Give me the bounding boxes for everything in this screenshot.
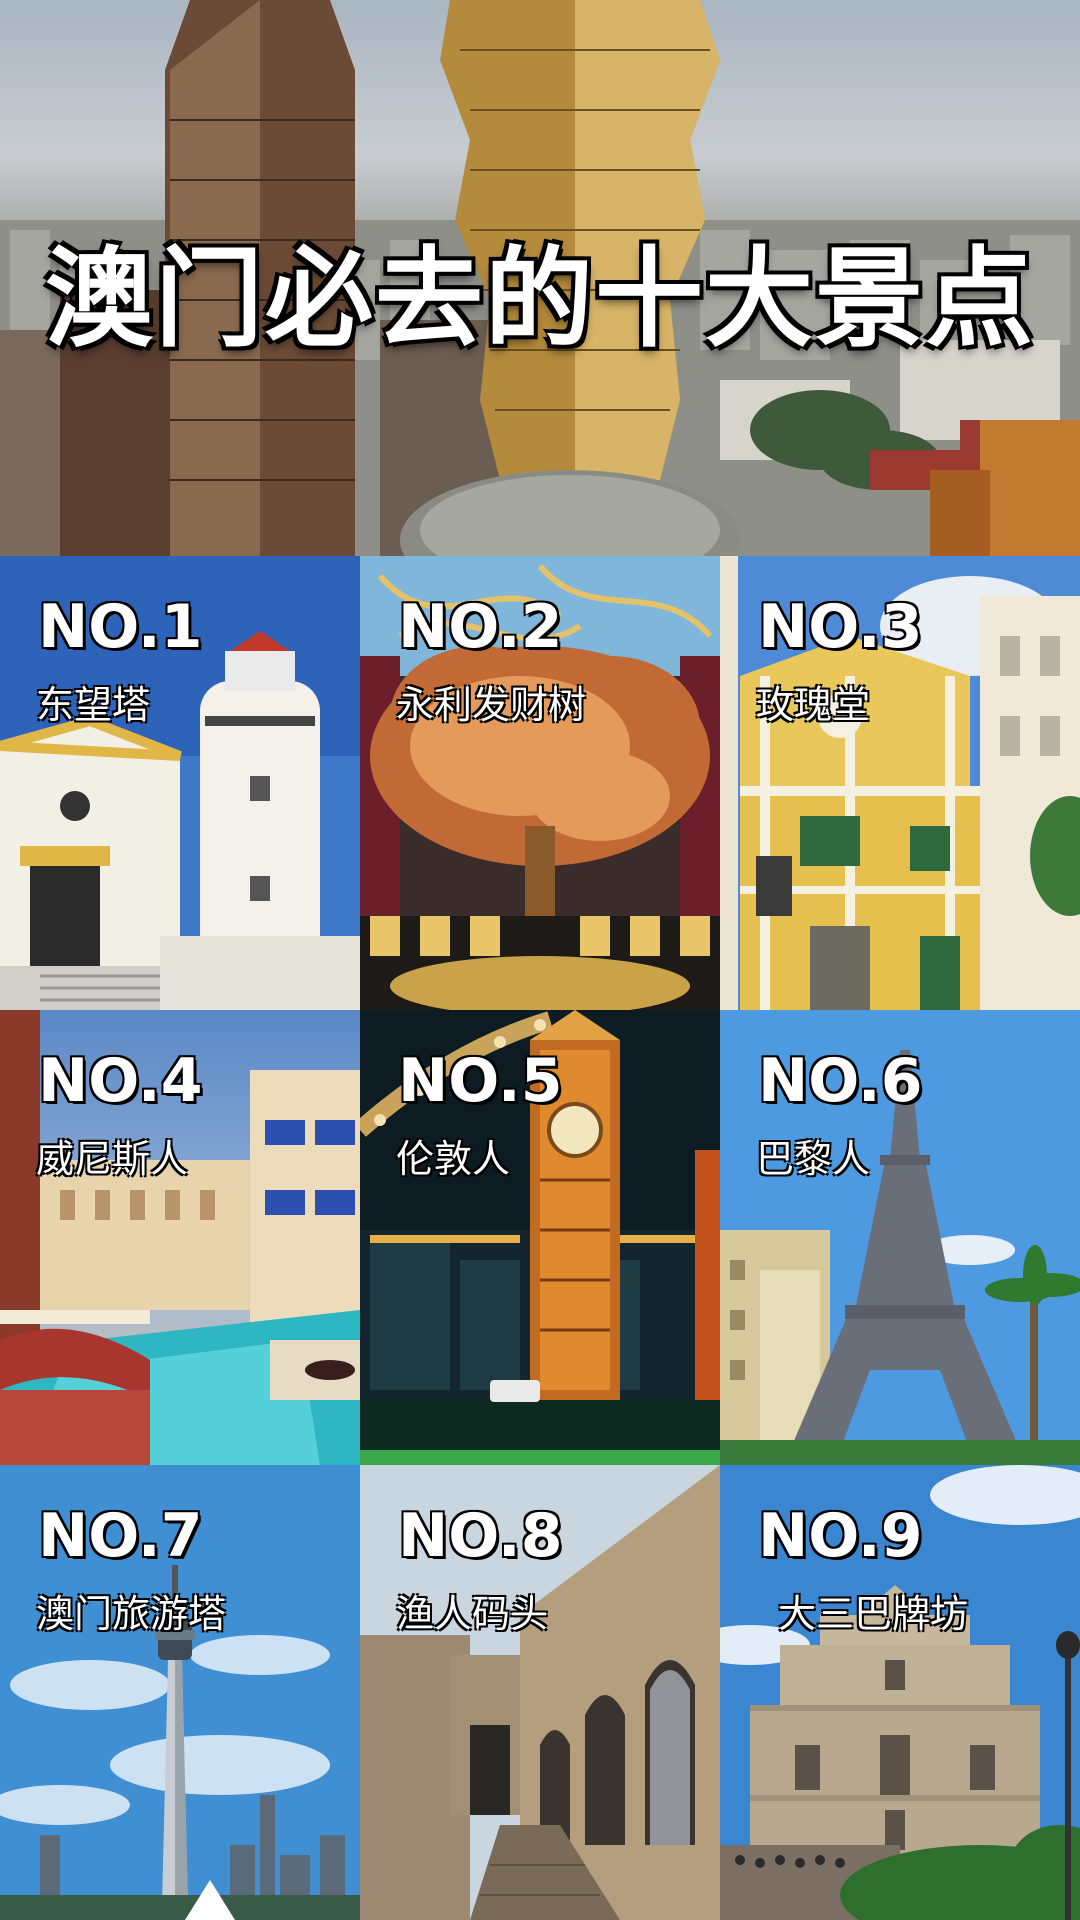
spot-card-9[interactable]: NO.9 大三巴牌坊 [720,1465,1080,1920]
spot-card-6[interactable]: NO.6 巴黎人 [720,1010,1080,1465]
page-title: 澳门必去的十大景点 [44,237,1035,362]
spot-name: 大三巴牌坊 [778,1592,969,1636]
spot-rank: NO.8 [398,1501,563,1571]
spot-name: 伦敦人 [396,1137,511,1181]
spot-name: 渔人码头 [396,1592,549,1636]
spot-card-7[interactable]: NO.7 澳门旅游塔 [0,1465,360,1920]
spot-rank: NO.2 [398,592,563,662]
spot-card-2[interactable]: NO.2 永利发财树 [360,556,720,1010]
spot-name: 澳门旅游塔 [36,1592,227,1636]
spot-name: 永利发财树 [396,683,587,727]
spot-name: 威尼斯人 [36,1137,189,1181]
spot-name: 东望塔 [36,683,151,727]
spot-rank: NO.5 [398,1046,563,1116]
spot-card-5[interactable]: NO.5 伦敦人 [360,1010,720,1465]
spot-name: 玫瑰堂 [756,683,871,727]
spot-name: 巴黎人 [756,1137,871,1181]
spots-grid: NO.1 东望塔 NO.2 永利发财树 NO.3 玫瑰堂 NO.4 威尼斯人 N… [0,556,1080,1920]
spot-card-8[interactable]: NO.8 渔人码头 [360,1465,720,1920]
spot-rank: NO.4 [38,1046,203,1116]
spot-card-4[interactable]: NO.4 威尼斯人 [0,1010,360,1465]
poster: 澳门必去的十大景点 NO.1 东望塔 NO.2 永利发财树 NO.3 玫瑰堂 N… [0,0,1080,1920]
spot-card-3[interactable]: NO.3 玫瑰堂 [720,556,1080,1010]
spot-rank: NO.9 [758,1501,923,1571]
hero-banner: 澳门必去的十大景点 [0,0,1080,556]
spot-rank: NO.7 [38,1501,203,1571]
spot-card-1[interactable]: NO.1 东望塔 [0,556,360,1010]
spot-rank: NO.1 [38,592,203,662]
spot-rank: NO.6 [758,1046,923,1116]
spot-rank: NO.3 [758,592,923,662]
